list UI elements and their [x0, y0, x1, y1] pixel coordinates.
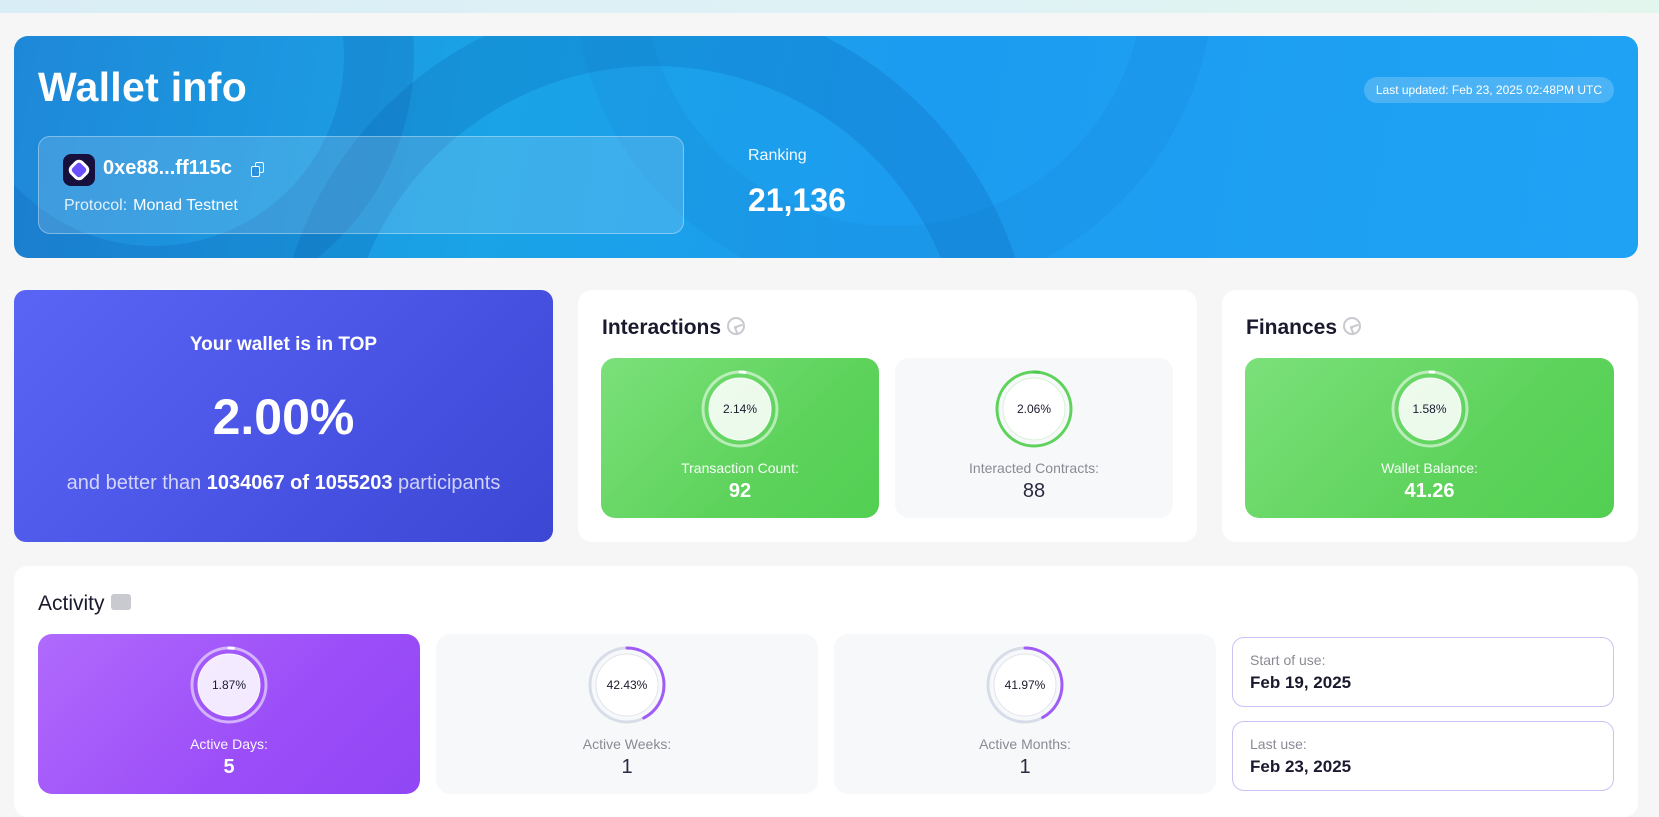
activity-title: Activity — [38, 592, 131, 616]
finances-title: Finances — [1246, 316, 1362, 340]
protocol-label: Protocol: — [64, 197, 128, 214]
progress-ring: 1.87% — [188, 644, 270, 731]
stat-label: Active Days: — [190, 736, 268, 752]
stat-transaction-count: 2.14% Transaction Count: 92 — [601, 358, 879, 518]
ranking-label: Ranking — [748, 147, 807, 164]
stat-value: 92 — [728, 480, 752, 502]
participants-suffix: participants — [392, 472, 501, 494]
ranking-value: 21,136 — [748, 182, 846, 218]
copy-icon[interactable] — [251, 162, 265, 178]
stat-interacted-contracts: 2.06% Interacted Contracts: 88 — [895, 358, 1173, 518]
participants-text: and better than 1034067 of 1055203 parti… — [14, 472, 553, 495]
protocol-value: Monad Testnet — [133, 197, 238, 214]
protocol-row: Protocol: Monad Testnet — [64, 197, 238, 215]
participants-count: 1034067 of 1055203 — [206, 472, 393, 494]
wallet-address: 0xe88...ff115c — [103, 157, 232, 179]
top-label: Your wallet is in TOP — [189, 334, 378, 355]
activity-chart-icon — [110, 594, 131, 611]
top-strip — [0, 0, 1659, 13]
participants-prefix: and better than — [66, 472, 207, 494]
progress-ring: 2.06% — [993, 368, 1075, 455]
start-of-use-box: Start of use: Feb 19, 2025 — [1232, 637, 1614, 707]
stat-label: Wallet Balance: — [1381, 460, 1478, 476]
info-cursor-icon[interactable] — [1343, 317, 1362, 336]
stat-active-days: 1.87% Active Days: 5 — [38, 634, 420, 794]
page-title: Wallet info — [38, 64, 248, 110]
stat-label: Active Weeks: — [582, 736, 672, 752]
stat-wallet-balance: 1.58% Wallet Balance: 41.26 — [1245, 358, 1614, 518]
monad-logo-icon — [63, 154, 95, 186]
finances-card: Finances 1.58% Wallet Balance: 41.26 — [1222, 290, 1638, 542]
ring-percent: 2.14% — [722, 402, 758, 416]
stat-value: 1 — [1019, 756, 1031, 778]
interactions-title-text: Interactions — [602, 316, 722, 339]
top-percent-card: Your wallet is in TOP 2.00% and better t… — [14, 290, 553, 542]
stat-active-months: 41.97% Active Months: 1 — [834, 634, 1216, 794]
info-cursor-icon[interactable] — [727, 317, 746, 336]
activity-title-text: Activity — [38, 592, 105, 615]
ring-percent: 1.87% — [211, 678, 247, 692]
ring-percent: 41.97% — [1004, 678, 1046, 692]
top-percent: 2.00% — [212, 389, 355, 445]
interactions-title: Interactions — [602, 316, 746, 340]
progress-ring: 42.43% — [586, 644, 668, 731]
last-use-box: Last use: Feb 23, 2025 — [1232, 721, 1614, 791]
wallet-address-box: 0xe88...ff115c Protocol: Monad Testnet — [38, 136, 684, 234]
progress-ring: 1.58% — [1389, 368, 1471, 455]
ring-percent: 1.58% — [1412, 402, 1447, 416]
last-use-value: Feb 23, 2025 — [1250, 757, 1352, 776]
ring-percent: 2.06% — [1016, 402, 1052, 416]
last-updated-badge: Last updated: Feb 23, 2025 02:48PM UTC — [1363, 77, 1614, 103]
progress-ring: 41.97% — [984, 644, 1066, 731]
interactions-card: Interactions 2.14% Transaction Count: 92… — [578, 290, 1197, 542]
finances-title-text: Finances — [1246, 316, 1338, 339]
stat-value: 88 — [1022, 480, 1046, 502]
start-of-use-value: Feb 19, 2025 — [1250, 673, 1352, 692]
wallet-info-banner: Wallet info Last updated: Feb 23, 2025 0… — [14, 36, 1638, 258]
stat-value: 5 — [223, 756, 235, 778]
progress-ring: 2.14% — [699, 368, 781, 455]
ring-percent: 42.43% — [606, 678, 648, 692]
stat-label: Interacted Contracts: — [969, 460, 1099, 476]
last-use-label: Last use: — [1250, 736, 1307, 752]
stat-active-weeks: 42.43% Active Weeks: 1 — [436, 634, 818, 794]
stat-value: 41.26 — [1404, 480, 1455, 502]
stat-label: Active Months: — [979, 736, 1071, 752]
stat-label: Transaction Count: — [681, 460, 799, 476]
stat-value: 1 — [621, 756, 633, 778]
start-of-use-label: Start of use: — [1250, 652, 1326, 668]
